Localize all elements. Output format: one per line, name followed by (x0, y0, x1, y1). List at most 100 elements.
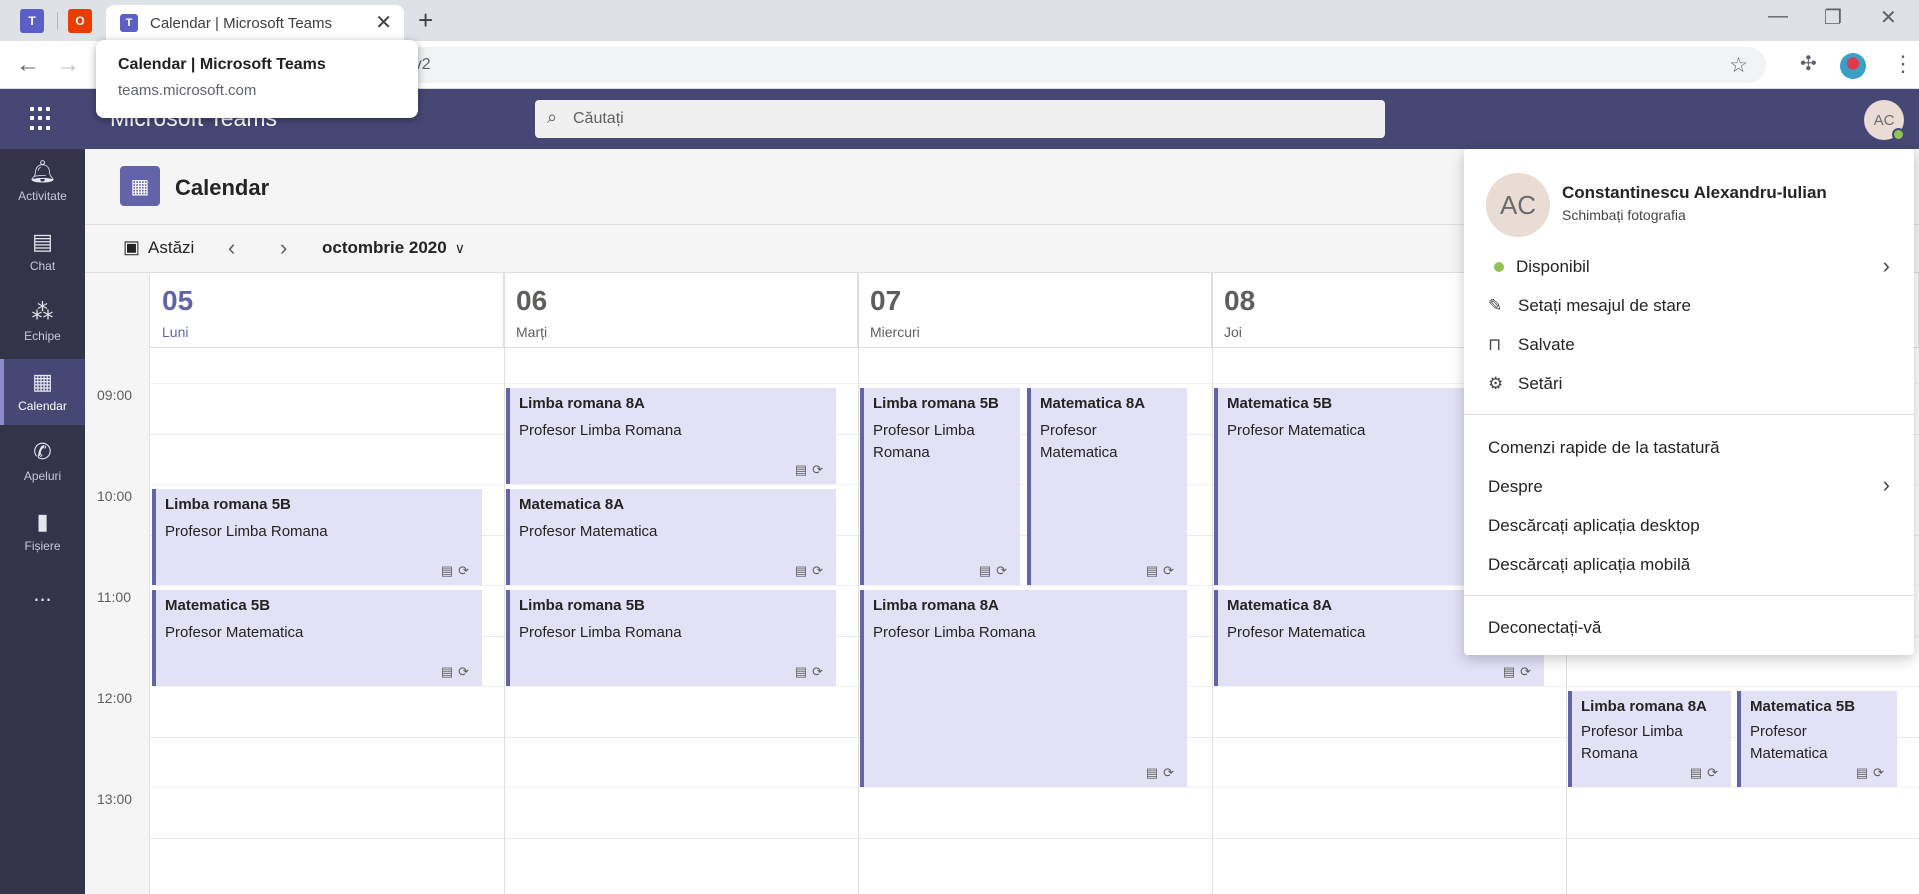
day-divider (858, 273, 859, 894)
calendar-event[interactable]: Limba romana 5B Profesor Limba Romana ▤⟳ (152, 489, 482, 585)
event-title: Limba romana 8A (519, 395, 645, 412)
calendar-event[interactable]: Matematica 5B Profesor Matematica ▤⟳ (1737, 691, 1897, 787)
calendar-event[interactable]: Limba romana 8A Profesor Limba Romana ▤⟳ (860, 590, 1187, 787)
change-photo-link[interactable]: Schimbați fotografia (1562, 207, 1686, 223)
event-organizer: Profesor Matematica (1040, 422, 1118, 461)
day-header-tuesday[interactable]: 06 Marți (504, 273, 858, 348)
download-mobile-item[interactable]: Descărcați aplicația mobilă (1488, 555, 1690, 575)
time-label: 12:00 (97, 690, 133, 706)
rail-item-calendar[interactable]: ▦ Calendar (0, 359, 85, 425)
event-organizer: Profesor Limba Romana (873, 422, 975, 461)
bookmark-star-icon[interactable]: ☆ (1729, 53, 1748, 78)
more-icon: ... (33, 581, 52, 606)
settings-item[interactable]: ⚙ Setări (1488, 374, 1562, 394)
set-status-message-label: Setați mesajul de stare (1518, 296, 1691, 315)
calendar-event[interactable]: Limba romana 5B Profesor Limba Romana ▤⟳ (860, 388, 1020, 585)
browser-menu-icon[interactable]: ⋮ (1892, 51, 1914, 77)
day-header-monday[interactable]: 05 Luni (150, 273, 504, 348)
saved-item[interactable]: ⊓ Salvate (1488, 335, 1575, 355)
day-name: Joi (1224, 324, 1242, 340)
today-button[interactable]: ▣ Astăzi (123, 237, 194, 258)
day-number: 07 (870, 285, 902, 316)
day-header-wednesday[interactable]: 07 Miercuri (858, 273, 1212, 348)
restore-window-icon[interactable]: ❐ (1824, 5, 1842, 30)
meeting-recurring-icon: ▤⟳ (978, 563, 1012, 578)
month-picker[interactable]: octombrie 2020 ∨ (322, 238, 465, 258)
minimize-window-icon[interactable]: — (1768, 5, 1788, 28)
rail-item-teams[interactable]: ⁂ Echipe (0, 289, 85, 355)
event-title: Limba romana 8A (1581, 698, 1707, 715)
day-name: Marți (516, 324, 548, 340)
rail-label: Calendar (18, 399, 67, 413)
time-column: 09:00 10:00 11:00 12:00 13:00 (85, 273, 150, 894)
search-icon: ⌕ (547, 107, 558, 127)
time-label: 11:00 (97, 589, 131, 605)
user-avatar[interactable]: AC (1864, 100, 1905, 141)
rail-label: Apeluri (23, 469, 62, 483)
download-desktop-item[interactable]: Descărcați aplicația desktop (1488, 516, 1700, 536)
rail-label: Echipe (24, 329, 61, 343)
app-bar: 🔔︎ Activitate ▤ Chat ⁂ Echipe ▦ Calendar… (0, 149, 85, 894)
search-input[interactable]: ⌕ Căutați (535, 100, 1385, 138)
phone-icon: ✆ (33, 439, 52, 464)
next-week-icon[interactable]: › (280, 235, 287, 261)
available-status-icon (1494, 262, 1504, 273)
chat-icon: ▤ (32, 229, 53, 254)
event-title: Limba romana 5B (165, 496, 291, 513)
rail-item-chat[interactable]: ▤ Chat (0, 219, 85, 285)
rail-item-calls[interactable]: ✆ Apeluri (0, 429, 85, 495)
event-organizer: Profesor Limba Romana (519, 422, 682, 439)
presence-available-icon (1892, 128, 1905, 141)
status-menu-item[interactable]: Disponibil (1488, 257, 1590, 277)
status-label: Disponibil (1516, 257, 1590, 276)
sign-out-item[interactable]: Deconectați-vă (1488, 618, 1601, 638)
time-label: 09:00 (97, 387, 133, 403)
close-tab-icon[interactable]: ✕ (375, 10, 392, 35)
chevron-right-icon: › (1882, 472, 1890, 497)
meeting-recurring-icon: ▤⟳ (1855, 765, 1889, 780)
today-icon: ▣ (123, 237, 141, 257)
search-placeholder: Căutați (573, 110, 624, 127)
today-label: Astăzi (148, 238, 195, 257)
rail-item-activity[interactable]: 🔔︎ Activitate (0, 149, 85, 215)
browser-profile-avatar[interactable] (1840, 53, 1866, 79)
keyboard-shortcuts-item[interactable]: Comenzi rapide de la tastatură (1488, 438, 1720, 458)
calendar-event[interactable]: Limba romana 8A Profesor Limba Romana ▤⟳ (506, 388, 836, 484)
previous-week-icon[interactable]: ‹ (228, 235, 235, 261)
event-organizer: Profesor Limba Romana (165, 523, 328, 540)
event-title: Matematica 5B (165, 597, 271, 614)
chevron-right-icon: › (1882, 253, 1890, 278)
bookmark-icon: ⊓ (1488, 335, 1502, 354)
profile-avatar[interactable]: AC (1486, 173, 1550, 237)
profile-initials: AC (1499, 189, 1537, 220)
meeting-recurring-icon: ▤⟳ (440, 664, 474, 679)
gridline (150, 787, 1919, 788)
back-icon[interactable]: ← (16, 51, 40, 79)
event-organizer: Profesor Matematica (165, 624, 304, 641)
calendar-app-icon: ▦ (120, 166, 160, 206)
set-status-message-item[interactable]: ✎ Setați mesajul de stare (1488, 296, 1691, 316)
calendar-event[interactable]: Matematica 8A Profesor Matematica ▤⟳ (506, 489, 836, 585)
calendar-event[interactable]: Limba romana 8A Profesor Limba Romana ▤⟳ (1568, 691, 1731, 787)
app-launcher-icon[interactable] (30, 107, 54, 131)
extensions-puzzle-icon[interactable]: ✣ (1800, 51, 1817, 76)
calendar-event[interactable]: Limba romana 5B Profesor Limba Romana ▤⟳ (506, 590, 836, 686)
calendar-event[interactable]: Matematica 8A Profesor Matematica ▤⟳ (1027, 388, 1187, 585)
day-name: Luni (162, 324, 189, 340)
active-browser-tab[interactable]: T Calendar | Microsoft Teams ✕ (106, 5, 404, 41)
about-item[interactable]: Despre (1488, 477, 1543, 497)
time-label: 10:00 (97, 488, 133, 504)
forward-icon[interactable]: → (56, 51, 80, 79)
close-window-icon[interactable]: ✕ (1880, 5, 1897, 30)
meeting-recurring-icon: ▤⟳ (1145, 765, 1179, 780)
user-initials: AC (1873, 111, 1895, 129)
day-divider (504, 273, 505, 894)
new-tab-button[interactable]: + (418, 5, 433, 36)
calendar-event[interactable]: Matematica 5B Profesor Matematica ▤⟳ (152, 590, 482, 686)
meeting-recurring-icon: ▤⟳ (794, 563, 828, 578)
more-apps-button[interactable]: ... (0, 581, 85, 621)
rail-item-files[interactable]: ▮ Fișiere (0, 499, 85, 565)
pinned-tab-teams[interactable]: T (20, 9, 44, 33)
pinned-tab-office[interactable]: O (68, 9, 92, 33)
menu-divider (1464, 595, 1914, 596)
